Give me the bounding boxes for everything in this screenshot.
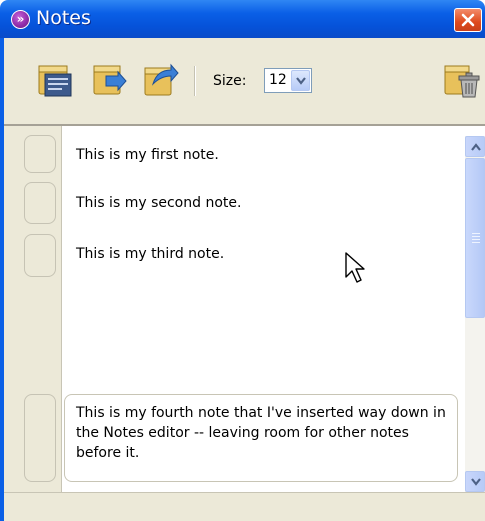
note-text[interactable]: This is my second note. — [76, 194, 241, 212]
delete-note-icon — [444, 65, 480, 98]
dropdown-button[interactable] — [291, 70, 310, 91]
font-size-select[interactable]: 12 — [264, 68, 312, 93]
chevron-down-icon — [471, 478, 481, 486]
scroll-thumb[interactable] — [465, 158, 485, 318]
close-x-icon — [461, 13, 475, 27]
note-tab[interactable] — [24, 234, 56, 277]
scroll-up-button[interactable] — [465, 136, 485, 157]
import-note-button[interactable] — [92, 62, 128, 98]
new-note-button[interactable] — [37, 62, 73, 98]
new-note-icon — [38, 65, 72, 97]
import-note-icon — [93, 65, 127, 95]
vertical-scrollbar[interactable] — [465, 136, 485, 492]
status-bar — [4, 492, 485, 521]
font-size-value: 12 — [269, 72, 287, 88]
toolbar-separator — [194, 66, 196, 96]
export-note-icon — [144, 63, 179, 96]
note-text[interactable]: This is my third note. — [76, 245, 224, 263]
note-box[interactable]: This is my fourth note that I've inserte… — [64, 394, 458, 482]
window-title: Notes — [36, 7, 91, 29]
export-note-button[interactable] — [143, 62, 179, 98]
notes-editor[interactable]: This is my first note. This is my second… — [4, 124, 485, 492]
title-bar: » Notes — [0, 0, 485, 38]
note-text[interactable]: This is my fourth note that I've inserte… — [76, 403, 446, 463]
note-tab[interactable] — [24, 135, 56, 173]
chevron-down-icon — [296, 77, 306, 85]
size-label: Size: — [213, 73, 247, 89]
close-button[interactable] — [454, 8, 482, 32]
scroll-down-button[interactable] — [465, 471, 485, 492]
note-text[interactable]: This is my first note. — [76, 146, 219, 164]
note-tab[interactable] — [24, 394, 56, 482]
note-tab[interactable] — [24, 182, 56, 224]
delete-note-button[interactable] — [443, 62, 483, 98]
mouse-cursor-icon — [345, 252, 365, 283]
chevron-up-icon — [471, 143, 481, 151]
app-icon: » — [11, 10, 30, 29]
